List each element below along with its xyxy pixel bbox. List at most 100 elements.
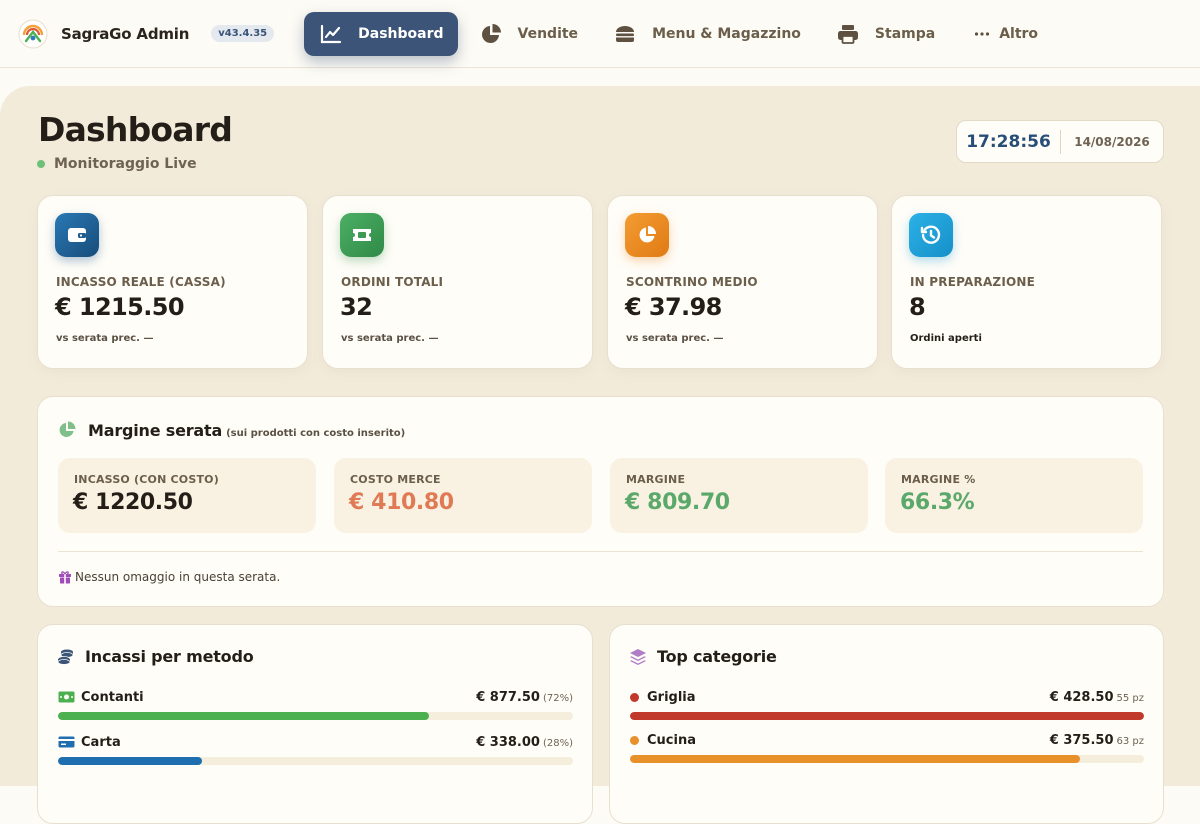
main-nav: Dashboard Vendite Menu & Magazzino Stamp… — [304, 0, 1060, 68]
payment-name: Carta — [81, 734, 121, 750]
printer-icon — [837, 23, 859, 45]
history-icon — [909, 213, 953, 257]
category-bar-fill — [630, 712, 1144, 720]
main-content: Dashboard Monitoraggio Live 17:28:56 14/… — [0, 86, 1200, 824]
gift-note-text: Nessun omaggio in questa serata. — [75, 570, 281, 584]
top-bar: SagraGo Admin v43.4.35 Dashboard Vendite… — [0, 0, 1200, 68]
margin-box-value: € 1220.50 — [73, 490, 193, 515]
kpi-card-scontrino: SCONTRINO MEDIO € 37.98 vs serata prec. … — [607, 195, 878, 369]
live-status: Monitoraggio Live — [37, 156, 197, 172]
kpi-card-preparazione: IN PREPARAZIONE 8 Ordini aperti — [891, 195, 1162, 369]
nav-vendite[interactable]: Vendite — [466, 12, 593, 56]
margin-panel: Margine serata (sui prodotti con costo i… — [37, 396, 1164, 607]
margin-box-value: 66.3% — [900, 490, 975, 515]
payment-bar-track — [58, 757, 573, 765]
kpi-sub: vs serata prec. — — [56, 333, 154, 344]
categories-title: Top categorie — [657, 647, 777, 666]
payment-row-carta: Carta € 338.00 (28%) — [58, 733, 573, 773]
margin-box-label: COSTO MERCE — [350, 473, 441, 486]
category-bar-fill — [630, 755, 1081, 763]
clock-widget: 17:28:56 14/08/2026 — [956, 120, 1164, 163]
categories-header: Top categorie — [629, 647, 777, 666]
margin-box-incasso: INCASSO (CON COSTO) € 1220.50 — [58, 458, 316, 533]
burger-icon — [614, 23, 636, 45]
payment-bar-track — [58, 712, 573, 720]
sagrago-logo-icon — [18, 19, 48, 48]
coins-icon — [57, 649, 74, 665]
category-bar-track — [630, 755, 1144, 763]
margin-header: Margine serata (sui prodotti con costo i… — [58, 418, 405, 440]
payments-title: Incassi per metodo — [85, 647, 254, 666]
kpi-value: € 37.98 — [625, 293, 722, 321]
margin-box-label: MARGINE % — [901, 473, 976, 486]
margin-box-value: € 809.70 — [625, 490, 730, 515]
version-badge: v43.4.35 — [211, 25, 275, 42]
kpi-card-incasso: INCASSO REALE (CASSA) € 1215.50 vs serat… — [37, 195, 308, 369]
nav-vendite-label: Vendite — [517, 25, 579, 42]
payment-row-contanti: Contanti € 877.50 (72%) — [58, 688, 573, 728]
payment-amount: € 338.00 — [476, 734, 540, 750]
margin-box-value: € 410.80 — [349, 490, 454, 515]
brand[interactable]: SagraGo Admin — [18, 19, 189, 49]
nav-stampa[interactable]: Stampa — [823, 12, 949, 56]
ellipsis-icon — [971, 23, 993, 45]
category-dot-icon — [630, 692, 639, 702]
kpi-value: € 1215.50 — [55, 293, 185, 321]
margin-box-label: INCASSO (CON COSTO) — [74, 473, 219, 486]
category-amount: € 428.50 — [1049, 689, 1114, 705]
live-dot-icon — [37, 160, 45, 168]
kpi-sub: vs serata prec. — — [626, 333, 724, 344]
clock-date: 14/08/2026 — [1074, 134, 1150, 149]
cash-icon — [58, 691, 75, 703]
kpi-label: SCONTRINO MEDIO — [626, 275, 758, 289]
nav-dashboard-label: Dashboard — [358, 25, 444, 42]
category-row-griglia: Griglia € 428.50 55 pz — [630, 688, 1144, 728]
margin-box-percent: MARGINE % 66.3% — [885, 458, 1143, 533]
margin-box-label: MARGINE — [626, 473, 686, 486]
payment-name: Contanti — [81, 689, 144, 705]
pie-chart-icon — [59, 421, 76, 437]
margin-box-costo: COSTO MERCE € 410.80 — [334, 458, 592, 533]
kpi-value: 32 — [340, 293, 373, 321]
gift-note: Nessun omaggio in questa serata. — [58, 570, 280, 584]
nav-stampa-label: Stampa — [874, 25, 936, 42]
clock-time: 17:28:56 — [966, 131, 1051, 152]
chart-line-icon — [320, 23, 342, 45]
margin-title: Margine serata — [88, 421, 223, 440]
category-name: Cucina — [647, 732, 696, 748]
payment-bar-fill — [58, 757, 203, 765]
wallet-icon — [55, 213, 99, 257]
nav-menu-label: Menu & Magazzino — [652, 25, 801, 42]
layers-icon — [630, 648, 646, 665]
live-status-text: Monitoraggio Live — [54, 156, 197, 172]
category-pieces: 63 pz — [1116, 735, 1145, 747]
kpi-sub: vs serata prec. — — [341, 333, 439, 344]
kpi-label: IN PREPARAZIONE — [910, 275, 1036, 289]
categories-card: Top categorie Griglia € 428.50 55 pz Cuc… — [609, 624, 1164, 824]
payment-percent: (28%) — [542, 737, 573, 749]
card-icon — [58, 736, 75, 748]
pie-chart-icon — [625, 213, 669, 257]
margin-box-margine: MARGINE € 809.70 — [610, 458, 868, 533]
payment-percent: (72%) — [542, 692, 573, 704]
payments-header: Incassi per metodo — [57, 647, 254, 666]
pie-chart-icon — [480, 23, 502, 45]
category-row-cucina: Cucina € 375.50 63 pz — [630, 731, 1144, 771]
ticket-icon — [340, 213, 384, 257]
nav-dashboard[interactable]: Dashboard — [304, 11, 458, 56]
kpi-sub: Ordini aperti — [910, 333, 982, 344]
margin-divider — [58, 551, 1143, 552]
page-title: Dashboard — [38, 110, 233, 149]
category-pieces: 55 pz — [1116, 692, 1145, 704]
margin-note: (sui prodotti con costo inserito) — [226, 428, 406, 439]
payments-card: Incassi per metodo Contanti € 877.50 (72… — [37, 624, 593, 824]
kpi-label: ORDINI TOTALI — [341, 275, 444, 289]
kpi-value: 8 — [909, 293, 926, 321]
app-name: SagraGo Admin — [61, 24, 190, 43]
gift-icon — [59, 571, 71, 584]
kpi-label: INCASSO REALE (CASSA) — [56, 275, 226, 289]
nav-altro[interactable]: Altro — [957, 12, 1052, 56]
payment-bar-fill — [58, 712, 429, 720]
category-dot-icon — [630, 735, 639, 745]
nav-menu-magazzino[interactable]: Menu & Magazzino — [600, 12, 815, 56]
